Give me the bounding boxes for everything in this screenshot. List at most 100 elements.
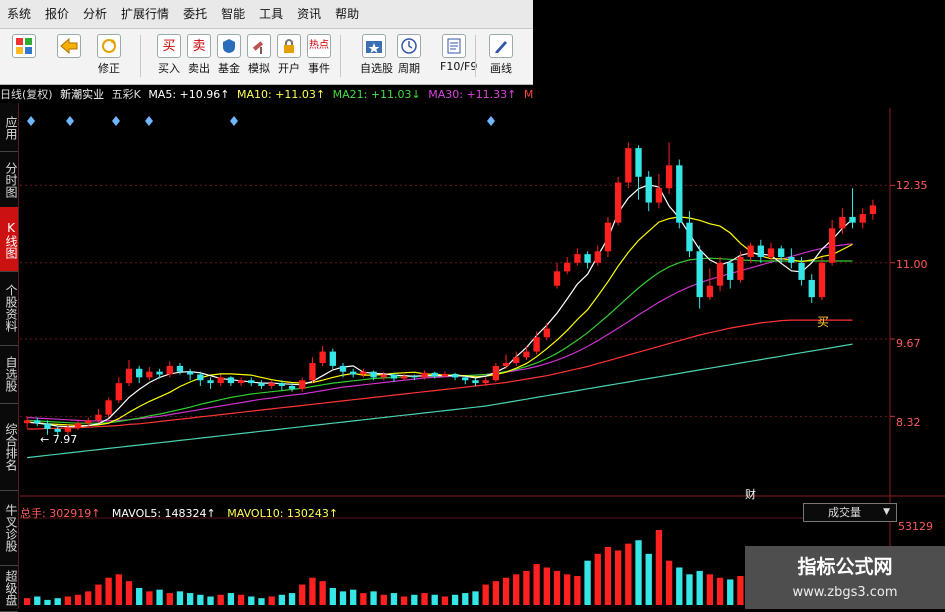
volume-bar [329, 587, 336, 605]
side-tab[interactable]: 超级盘 [0, 563, 18, 612]
candle-body [54, 428, 61, 432]
ma10-line [27, 216, 853, 427]
candle-body [778, 248, 785, 258]
volume-bar [513, 574, 520, 605]
side-tab[interactable]: 应用 [0, 103, 18, 152]
event-diamond-icon [112, 116, 120, 126]
volume-bar [482, 584, 489, 605]
side-tab[interactable]: K线图 [0, 207, 18, 272]
volume-bar [339, 591, 347, 605]
volume-bar [54, 598, 61, 605]
toolbar-separator [475, 35, 476, 77]
menu-item[interactable]: 资讯 [290, 0, 328, 28]
toolbar-button[interactable]: 开户 [275, 32, 303, 76]
volume-bar [716, 577, 724, 605]
buy-icon: 买 [157, 34, 181, 58]
candle-body [584, 254, 591, 263]
candle-body [156, 371, 163, 375]
menu-item[interactable]: 帮助 [328, 0, 366, 28]
toolbar-button[interactable]: 周期 [395, 32, 423, 76]
total-volume: 总手: 302919↑ [20, 507, 101, 520]
volume-bar [665, 560, 673, 605]
toolbar-button-label: 修正 [98, 62, 120, 75]
candle-body [716, 262, 724, 286]
candle-body [23, 420, 31, 424]
period-label[interactable]: 日线(复权) [0, 88, 53, 101]
toolbar-button[interactable]: 热点 事件 [305, 32, 333, 76]
indicator-dropdown[interactable]: 成交量 ▼ [803, 503, 897, 522]
side-tab[interactable]: 个股资料 [0, 269, 18, 346]
volume-bar [737, 576, 744, 605]
menu-item[interactable]: 分析 [76, 0, 114, 28]
menu-item[interactable]: 工具 [252, 0, 290, 28]
event-diamond-icon [27, 116, 35, 126]
volume-bar [23, 598, 31, 605]
ma5-value: MA5: +10.96↑ [148, 88, 230, 101]
toolbar-button[interactable]: 买买入 [155, 32, 183, 76]
menu-item[interactable]: 扩展行情 [114, 0, 176, 28]
menu-item[interactable]: 智能 [214, 0, 252, 28]
candle-body [808, 279, 815, 298]
volume-header: 总手: 302919↑ MAVOL5: 148324↑ MAVOL10: 130… [20, 505, 346, 521]
volume-bar [278, 594, 286, 605]
side-tab[interactable]: 自选股 [0, 343, 18, 404]
candle-body [523, 351, 530, 358]
toolbar-button-label: 事件 [308, 62, 330, 75]
candle-body [655, 188, 663, 203]
watermark: 指标公式网 www.zbgs3.com [745, 546, 945, 609]
candle-body [421, 372, 428, 378]
candle-body [278, 383, 286, 386]
candle-body [594, 251, 601, 263]
candle-body [604, 222, 612, 252]
toolbar-button-label: 模拟 [248, 62, 270, 75]
menu-item[interactable]: 系统 [0, 0, 38, 28]
candle-body [299, 380, 306, 389]
price-tick-label: 11.00 [896, 258, 928, 271]
chart-style-label[interactable]: 五彩K [112, 88, 141, 101]
toolbar-button[interactable]: 自选股 [360, 32, 393, 76]
candle-body [411, 376, 418, 378]
volume-bar [645, 553, 652, 605]
event-diamond-icon [145, 116, 153, 126]
candle-body [319, 351, 326, 364]
candle-body [136, 368, 143, 378]
candle-body [747, 245, 754, 258]
candle-body [207, 380, 214, 384]
menu-item[interactable]: 报价 [38, 0, 76, 28]
candle-body [869, 205, 877, 215]
ma21-line [27, 257, 853, 424]
toolbar-separator [340, 35, 341, 77]
finance-event-marker[interactable]: 财 [745, 486, 756, 502]
volume-bar [462, 593, 469, 605]
volume-bar [655, 530, 663, 605]
toolbar-button[interactable]: 卖卖出 [185, 32, 213, 76]
watermark-title: 指标公式网 [797, 556, 893, 578]
side-tab[interactable]: 牛叉诊股 [0, 488, 18, 566]
back-arrow-icon [57, 34, 81, 58]
candle-body [767, 248, 775, 258]
candle-body [176, 365, 184, 372]
toolbar-button[interactable] [55, 32, 83, 60]
candle-body [686, 222, 693, 252]
event-diamond-icon [487, 116, 495, 126]
refresh-icon [97, 34, 121, 58]
candle-body [380, 374, 387, 378]
volume-bar [248, 596, 255, 605]
candle-body [350, 371, 357, 375]
volume-bar [115, 574, 122, 605]
toolbar-button[interactable]: 基金 [215, 32, 243, 76]
candle-body [217, 377, 224, 384]
side-tab[interactable]: 综合排名 [0, 401, 18, 491]
toolbar-button[interactable]: 修正 [95, 32, 123, 76]
menu-item[interactable]: 委托 [176, 0, 214, 28]
toolbar-button[interactable]: 模拟 [245, 32, 273, 76]
toolbar-button[interactable] [10, 32, 38, 60]
volume-bar [553, 570, 561, 605]
toolbar-button[interactable]: F10/F9 [440, 32, 477, 73]
volume-bar [299, 584, 306, 605]
side-tab[interactable]: 分时图 [0, 149, 18, 210]
toolbar-button-label: 开户 [278, 62, 300, 75]
grid-icon [12, 34, 36, 58]
toolbar-button[interactable]: 画线 [487, 32, 515, 76]
stock-name: 新潮实业 [60, 88, 105, 101]
